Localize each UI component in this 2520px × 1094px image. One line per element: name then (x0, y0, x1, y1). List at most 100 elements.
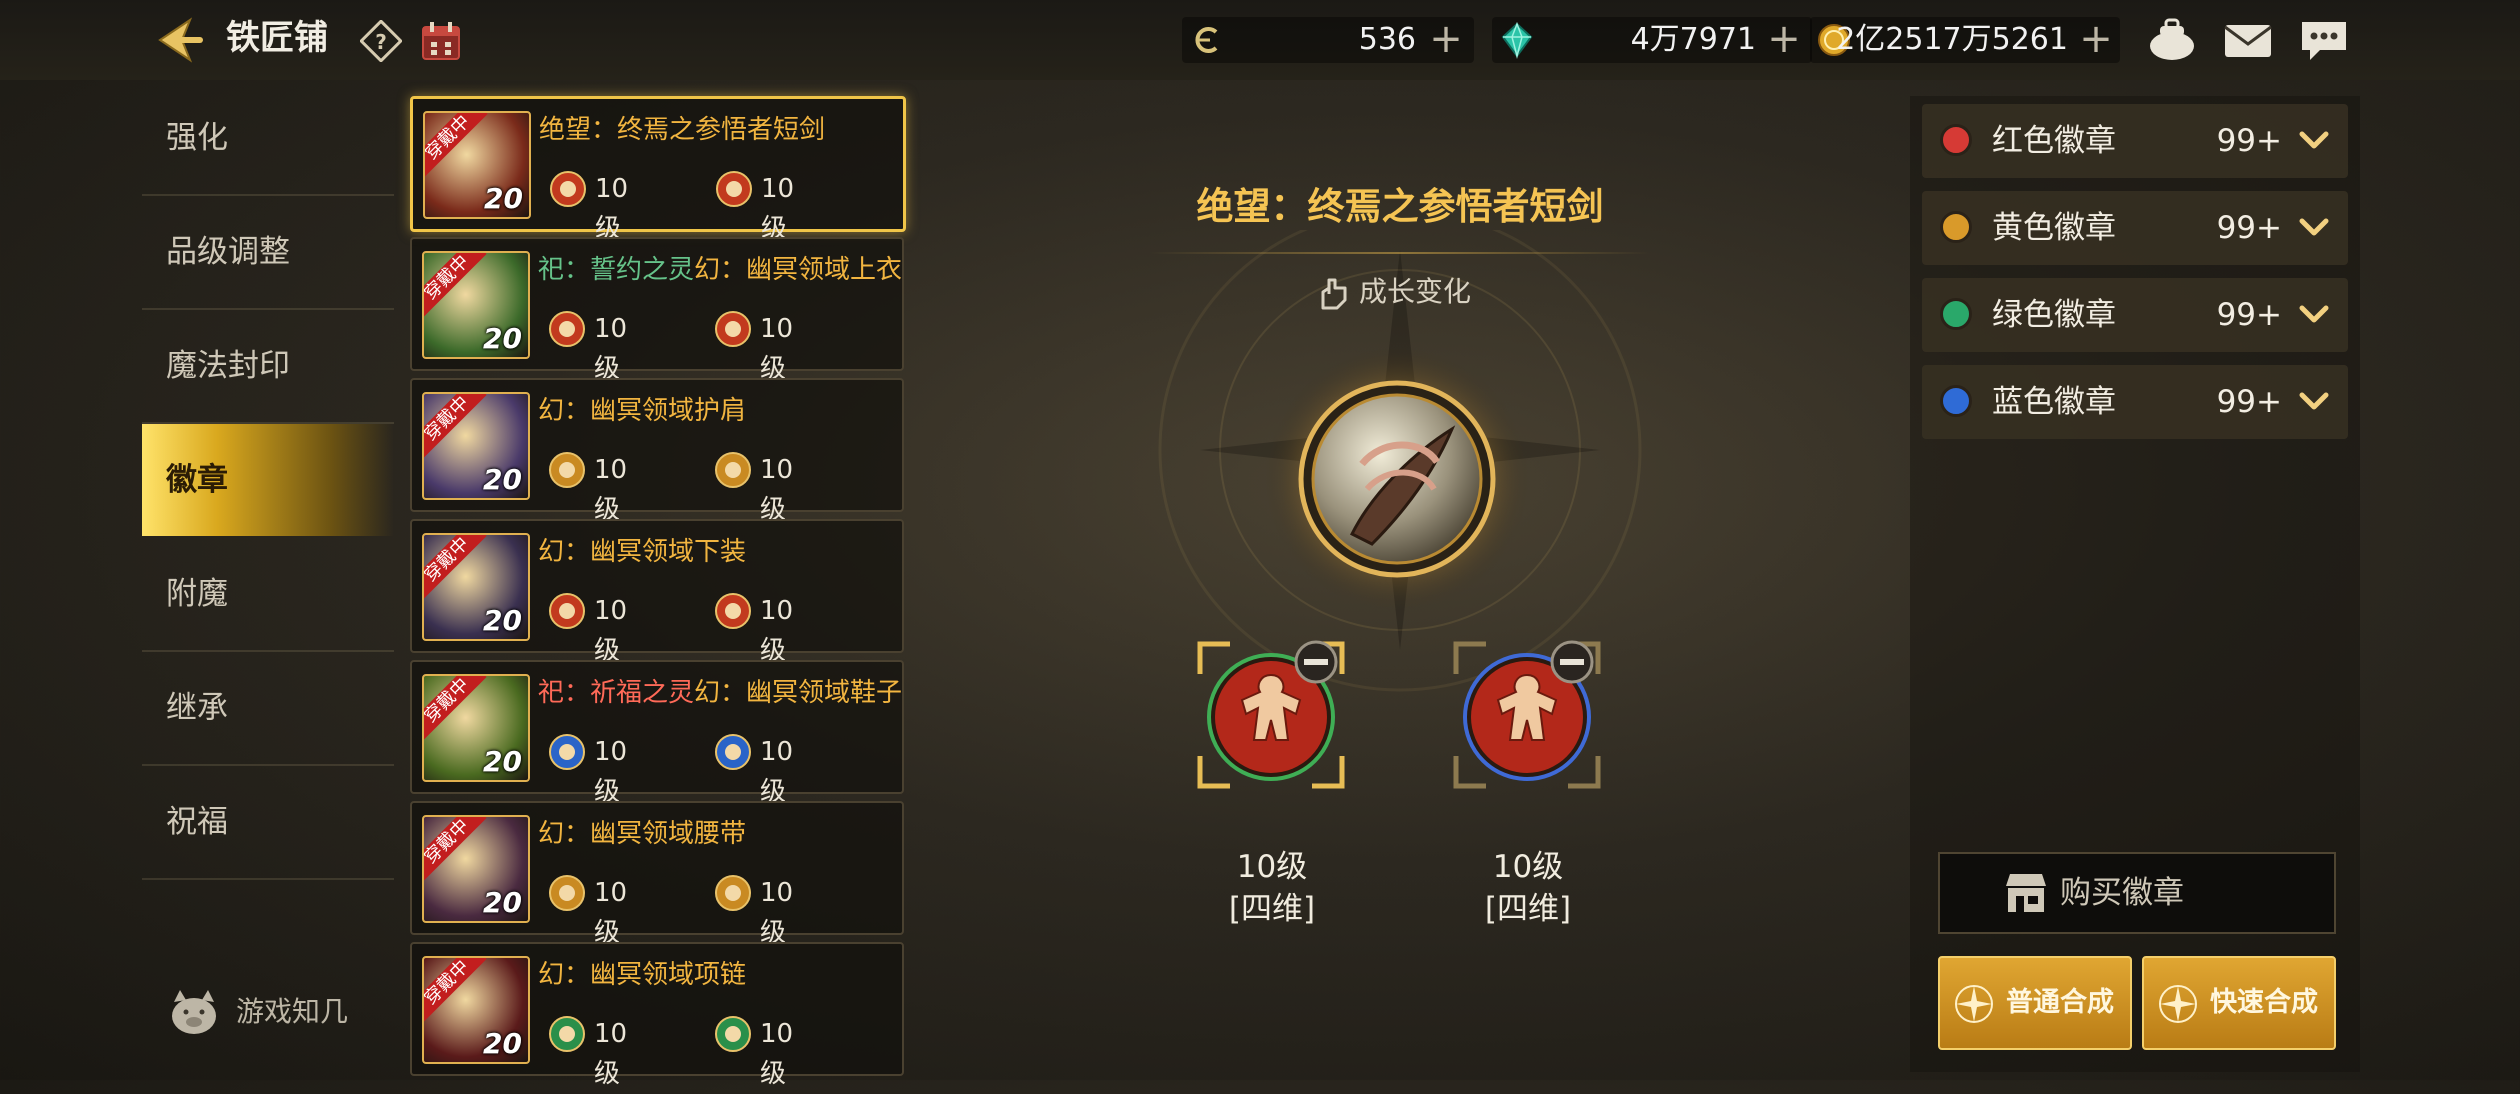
equipment-row[interactable]: 穿戴中 20 幻：幽冥领域护肩 10级 10级 (410, 378, 904, 525)
help-icon[interactable]: ? (360, 20, 402, 62)
emblem-icon (549, 875, 585, 911)
equipment-prefix: 祀：誓约之灵 (538, 255, 695, 285)
emblem-slot-2[interactable] (1452, 640, 1602, 790)
add-currency-c-button[interactable]: + (1426, 19, 1466, 60)
calendar-icon[interactable] (418, 18, 464, 64)
emblem-slot-1[interactable] (1196, 640, 1346, 790)
bag-icon[interactable] (2146, 16, 2198, 64)
chevron-down-icon[interactable] (2296, 209, 2332, 245)
emblem-icon (715, 311, 751, 347)
nav-item-label: 魔法封印 (166, 348, 290, 384)
chevron-down-icon[interactable] (2296, 122, 2332, 158)
nav-item-grade-adjust[interactable]: 品级调整 (142, 196, 394, 310)
add-currency-crystal-button[interactable]: + (1764, 19, 1804, 60)
equipment-name-text: 幻：幽冥领域下装 (538, 537, 747, 567)
emblem-level: 10级 (594, 737, 628, 807)
emblem-level: 10级 (594, 455, 628, 525)
mail-icon[interactable] (2222, 16, 2274, 64)
equipment-level: 20 (483, 463, 522, 496)
game-knowledge-label: 游戏知几 (236, 995, 349, 1028)
emblem-level: 10级 (760, 1019, 794, 1089)
nav-item-label: 品级调整 (166, 234, 290, 270)
equipment-name: 祀：誓约之灵幻：幽冥领域上衣 (538, 251, 902, 289)
equipment-row[interactable]: 穿戴中 20 祀：祈福之灵幻：幽冥领域鞋子 10级 10级 (410, 660, 904, 807)
emblem-type-name: 蓝色徽章 (1992, 384, 2116, 420)
nav-item-label: 附魔 (166, 576, 228, 612)
equipment-icon: 穿戴中 20 (422, 533, 530, 641)
currency-gold-box: 2亿2517万5261 + (1810, 17, 2120, 63)
emblem-type-row[interactable]: 绿色徽章 99+ (1922, 278, 2348, 352)
equipped-tag: 穿戴中 (424, 958, 487, 1023)
equipment-name-text: 绝望：终焉之参悟者短剑 (539, 115, 826, 145)
equipment-row[interactable]: 穿戴中 20 幻：幽冥领域腰带 10级 10级 (410, 801, 904, 948)
equipment-icon: 穿戴中 20 (422, 815, 530, 923)
chat-icon[interactable] (2298, 16, 2350, 64)
equipment-icon: 穿戴中 20 (422, 251, 530, 359)
emblem-icon (716, 171, 752, 207)
coin-c-icon (1195, 27, 1218, 53)
equipment-name: 幻：幽冥领域下装 (538, 533, 746, 571)
pig-mascot-icon (172, 990, 216, 1034)
emblem-type-row[interactable]: 蓝色徽章 99+ (1922, 365, 2348, 439)
equipment-level: 20 (484, 182, 523, 215)
emblem-slot-2-level: 10级 (1492, 849, 1564, 885)
normal-synthesis-label: 普通合成 (2006, 987, 2114, 1018)
emblem-icon (715, 593, 751, 629)
emblem-icon (549, 452, 585, 488)
chevron-down-icon[interactable] (2296, 296, 2332, 332)
emblem-type-name: 黄色徽章 (1992, 210, 2116, 246)
equipment-icon: 穿戴中 20 (422, 956, 530, 1064)
emblem-icon (715, 1016, 751, 1052)
nav-item-enhance[interactable]: 强化 (142, 82, 394, 196)
nav-item-bless[interactable]: 祝福 (142, 766, 394, 880)
emblem-type-count: 99+ (2216, 384, 2282, 420)
equipment-name-text: 幻：幽冥领域护肩 (538, 396, 747, 426)
synthesis-star-icon (1955, 985, 1993, 1023)
equipment-name: 绝望：终焉之参悟者短剑 (539, 111, 825, 149)
emblem-level: 10级 (594, 1019, 628, 1089)
svg-text:?: ? (375, 30, 387, 54)
nav-item-magic-seal[interactable]: 魔法封印 (142, 310, 394, 424)
equipped-tag: 穿戴中 (424, 817, 487, 882)
equipment-icon: 穿戴中 20 (422, 674, 530, 782)
weapon-medallion[interactable] (1262, 344, 1532, 614)
nav-item-inherit[interactable]: 继承 (142, 652, 394, 766)
emblem-color-dot (1940, 385, 1972, 417)
currency-c-value: 536 (1358, 22, 1416, 57)
page-title: 铁匠铺 (226, 18, 328, 58)
emblem-level: 10级 (760, 314, 794, 384)
quick-synthesis-button[interactable]: 快速合成 (2142, 956, 2336, 1050)
chevron-down-icon[interactable] (2296, 383, 2332, 419)
nav-item-emblem[interactable]: 徽章 (142, 424, 394, 536)
equipped-tag: 穿戴中 (424, 676, 487, 741)
emblem-type-row[interactable]: 黄色徽章 99+ (1922, 191, 2348, 265)
emblem-color-dot (1940, 211, 1972, 243)
growth-change-label: 成长变化 (1359, 275, 1472, 308)
nav-item-label: 徽章 (166, 462, 228, 498)
equipment-name: 幻：幽冥领域腰带 (538, 815, 746, 853)
normal-synthesis-button[interactable]: 普通合成 (1938, 956, 2132, 1050)
buy-emblem-label: 购买徽章 (2060, 875, 2184, 911)
buy-emblem-button[interactable]: 购买徽章 (1938, 852, 2336, 934)
emblem-type-row[interactable]: 红色徽章 99+ (1922, 104, 2348, 178)
add-currency-gold-button[interactable]: + (2076, 19, 2116, 60)
equipment-row[interactable]: 穿戴中 20 绝望：终焉之参悟者短剑 10级 10级 (410, 96, 906, 244)
back-arrow-icon[interactable] (150, 14, 206, 66)
selected-item-title: 绝望：终焉之参悟者短剑 (1196, 185, 1604, 228)
equipment-row[interactable]: 穿戴中 20 祀：誓约之灵幻：幽冥领域上衣 10级 10级 (410, 237, 904, 384)
nav-item-label: 继承 (166, 690, 228, 726)
equipment-prefix: 祀：祈福之灵 (538, 678, 695, 708)
emblem-icon (715, 734, 751, 770)
emblem-color-dot (1940, 298, 1972, 330)
crystal-icon (1501, 21, 1533, 59)
emblem-icon (549, 311, 585, 347)
equipment-name-text: 幻：幽冥领域鞋子 (694, 678, 903, 708)
equipment-row[interactable]: 穿戴中 20 幻：幽冥领域下装 10级 10级 (410, 519, 904, 666)
emblem-level: 10级 (594, 314, 628, 384)
currency-crystal-value: 4万7971 (1630, 22, 1756, 57)
equipment-name: 祀：祈福之灵幻：幽冥领域鞋子 (538, 674, 902, 712)
equipment-name-text: 幻：幽冥领域上衣 (694, 255, 903, 285)
equipment-level: 20 (483, 322, 522, 355)
equipment-row[interactable]: 穿戴中 20 幻：幽冥领域项链 10级 10级 (410, 942, 904, 1089)
nav-item-enchant[interactable]: 附魔 (142, 538, 394, 652)
